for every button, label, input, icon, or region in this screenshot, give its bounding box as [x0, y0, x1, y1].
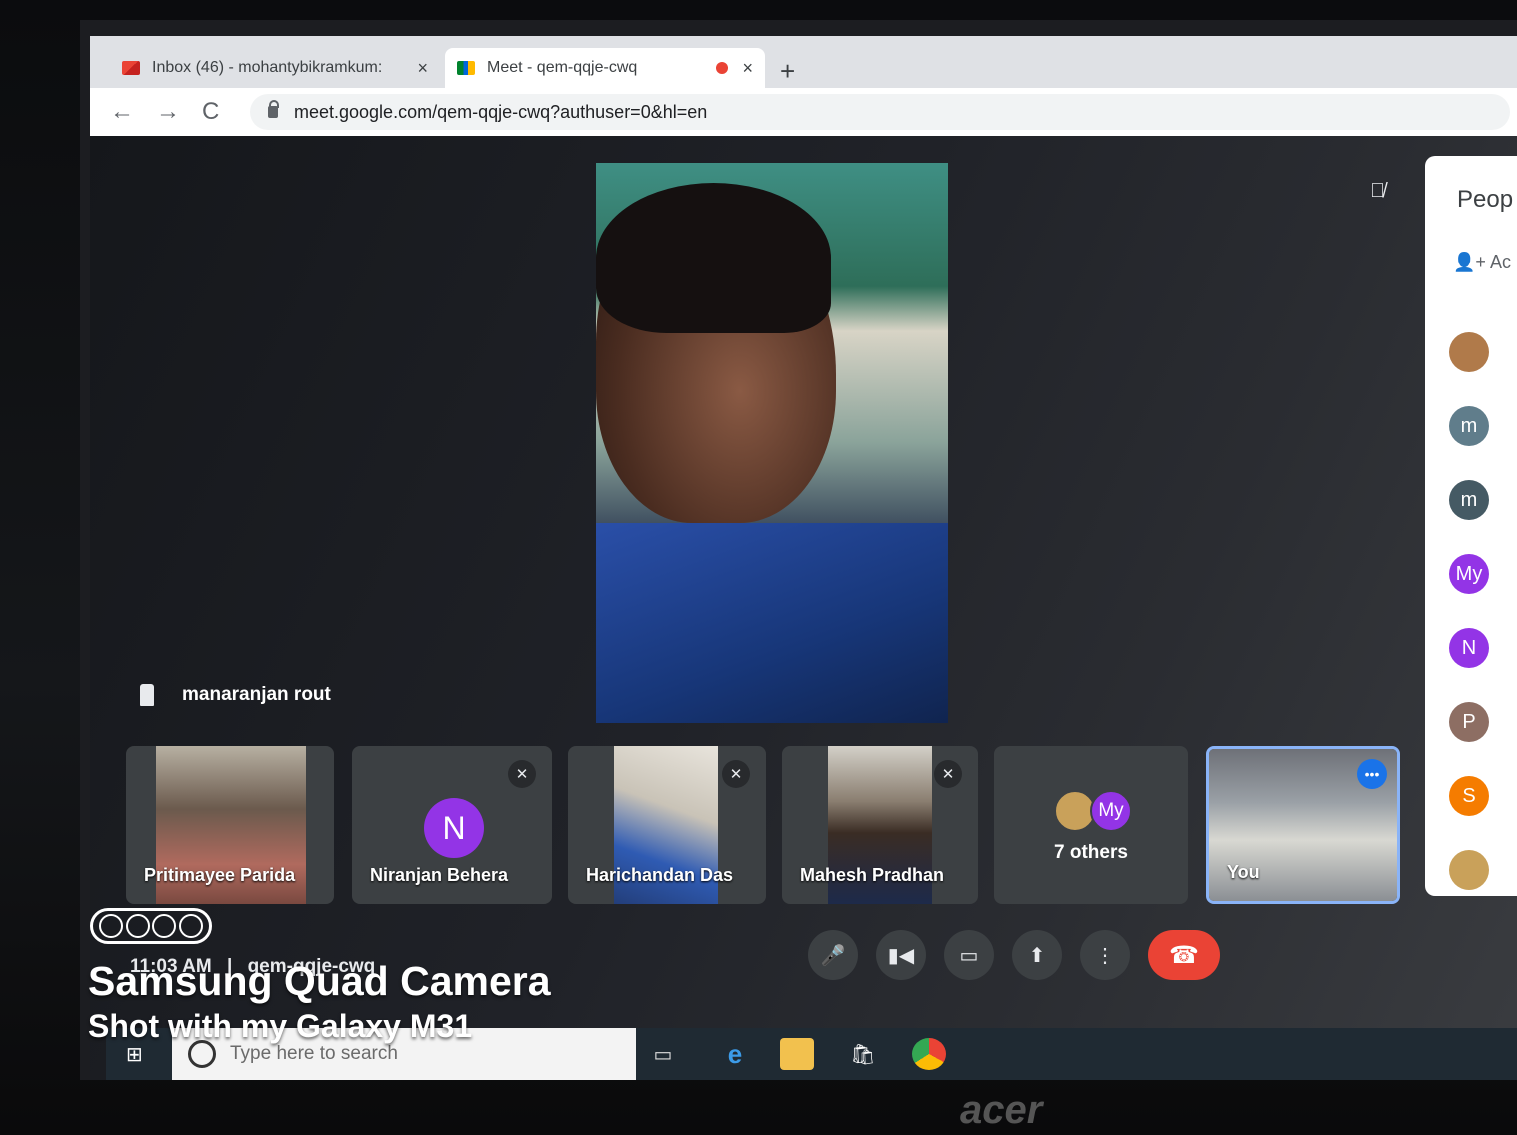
gmail-icon: [122, 61, 140, 75]
participant-avatar[interactable]: N: [1449, 628, 1489, 668]
end-call-button[interactable]: ☎: [1148, 930, 1220, 980]
quad-camera-logo: [90, 908, 212, 944]
participant-avatar[interactable]: S: [1449, 776, 1489, 816]
participant-avatar[interactable]: [1449, 332, 1489, 372]
monitor-brand-logo: acer: [960, 1088, 1043, 1132]
camera-lens-icon: [125, 914, 150, 938]
close-icon[interactable]: ×: [417, 58, 428, 79]
others-tile[interactable]: My 7 others: [994, 746, 1188, 904]
mic-off-icon: 🎙̸: [1370, 180, 1385, 202]
screen: Inbox (46) - mohantybikramkum: × Meet - …: [80, 20, 1517, 1080]
windows-start-icon[interactable]: ⊞: [126, 1042, 152, 1068]
watermark-title: Samsung Quad Camera: [88, 958, 551, 1004]
participant-name: Niranjan Behera: [370, 865, 509, 885]
address-bar: ← → C meet.google.com/qem-qqje-cwq?authu…: [90, 88, 1517, 137]
speaker-hair: [596, 183, 831, 333]
camera-lens-icon: [178, 914, 203, 938]
participant-avatar[interactable]: [1449, 850, 1489, 890]
captions-icon: ▭: [959, 944, 979, 967]
pinned-participant: manaranjan rout: [140, 684, 331, 706]
participant-tile[interactable]: Pritimayee Parida: [126, 746, 334, 904]
more-options-icon[interactable]: •••: [1357, 759, 1387, 789]
participant-tile[interactable]: ✕ Harichandan Das: [568, 746, 766, 904]
call-controls: 🎤 ▮◀ ▭ ⬆ ⋮ ☎: [808, 930, 1220, 980]
present-button[interactable]: ⬆: [1012, 930, 1062, 980]
forward-arrow-icon[interactable]: →: [156, 98, 180, 126]
more-vert-icon: ⋮: [1095, 944, 1115, 967]
reload-icon[interactable]: C: [202, 98, 219, 126]
microphone-button[interactable]: 🎤: [808, 930, 858, 980]
participant-avatar[interactable]: m: [1449, 406, 1489, 446]
tab-gmail[interactable]: Inbox (46) - mohantybikramkum: ×: [110, 48, 440, 88]
hangup-icon: ☎: [1169, 941, 1199, 969]
url-text: meet.google.com/qem-qqje-cwq?authuser=0&…: [294, 101, 708, 122]
camera-lens-icon: [152, 914, 177, 938]
mic-off-icon: ✕: [722, 760, 750, 788]
participant-avatar[interactable]: My: [1449, 554, 1489, 594]
others-count: 7 others: [1054, 842, 1128, 863]
avatar: My: [1090, 790, 1132, 832]
participant-name: Pritimayee Parida: [144, 865, 296, 885]
participant-name: Harichandan Das: [586, 865, 734, 885]
file-explorer-icon[interactable]: [780, 1038, 814, 1070]
tab-meet-title: Meet - qem-qqje-cwq: [487, 59, 638, 76]
back-arrow-icon[interactable]: ←: [110, 98, 134, 126]
avatar: N: [424, 798, 484, 858]
pinned-name: manaranjan rout: [182, 684, 331, 705]
add-person-icon: 👤+: [1453, 252, 1486, 272]
new-tab-button[interactable]: +: [780, 56, 795, 87]
lock-icon: [268, 100, 279, 118]
tab-meet[interactable]: Meet - qem-qqje-cwq ×: [445, 48, 765, 88]
meet-stage: 🎙̸ manaranjan rout Pritimayee Parida ✕ N…: [90, 136, 1517, 1080]
mic-off-icon: ✕: [934, 760, 962, 788]
captions-button[interactable]: ▭: [944, 930, 994, 980]
microphone-icon: 🎤: [820, 944, 846, 967]
participant-tile[interactable]: ✕ N Niranjan Behera: [352, 746, 552, 904]
speaker-shirt: [596, 523, 948, 723]
participant-avatar[interactable]: m: [1449, 480, 1489, 520]
camera-lens-icon: [99, 914, 124, 938]
camera-icon: ▮◀: [887, 944, 915, 967]
pin-icon[interactable]: [140, 684, 154, 706]
chrome-icon[interactable]: [912, 1038, 946, 1070]
add-people-label: Ac: [1489, 252, 1511, 272]
url-input[interactable]: meet.google.com/qem-qqje-cwq?authuser=0&…: [250, 94, 1510, 130]
recording-icon: [716, 62, 729, 74]
self-tile[interactable]: ••• You: [1206, 746, 1400, 904]
close-icon[interactable]: ×: [742, 58, 753, 79]
people-panel: Peop 👤+ Ac m m My N P S: [1425, 156, 1517, 896]
camera-button[interactable]: ▮◀: [876, 930, 926, 980]
edge-icon[interactable]: e: [718, 1038, 752, 1070]
participant-tile[interactable]: ✕ Mahesh Pradhan: [782, 746, 978, 904]
participant-name: You: [1227, 862, 1260, 882]
task-view-icon[interactable]: ▭: [646, 1038, 680, 1070]
more-button[interactable]: ⋮: [1080, 930, 1130, 980]
participant-avatar[interactable]: P: [1449, 702, 1489, 742]
search-placeholder: Type here to search: [230, 1043, 398, 1064]
people-panel-title: Peop: [1457, 186, 1514, 213]
store-icon[interactable]: 🛍: [846, 1038, 880, 1070]
tab-bar: Inbox (46) - mohantybikramkum: × Meet - …: [90, 36, 1517, 88]
tab-gmail-title: Inbox (46) - mohantybikramkum:: [152, 59, 383, 76]
add-people-button[interactable]: 👤+ Ac: [1453, 252, 1511, 273]
mic-off-icon: ✕: [508, 760, 536, 788]
main-video[interactable]: [596, 163, 948, 723]
participant-name: Mahesh Pradhan: [800, 865, 945, 885]
watermark-subtitle: Shot with my Galaxy M31: [88, 1008, 473, 1044]
meet-icon: [457, 61, 475, 75]
present-icon: ⬆: [1028, 944, 1046, 967]
